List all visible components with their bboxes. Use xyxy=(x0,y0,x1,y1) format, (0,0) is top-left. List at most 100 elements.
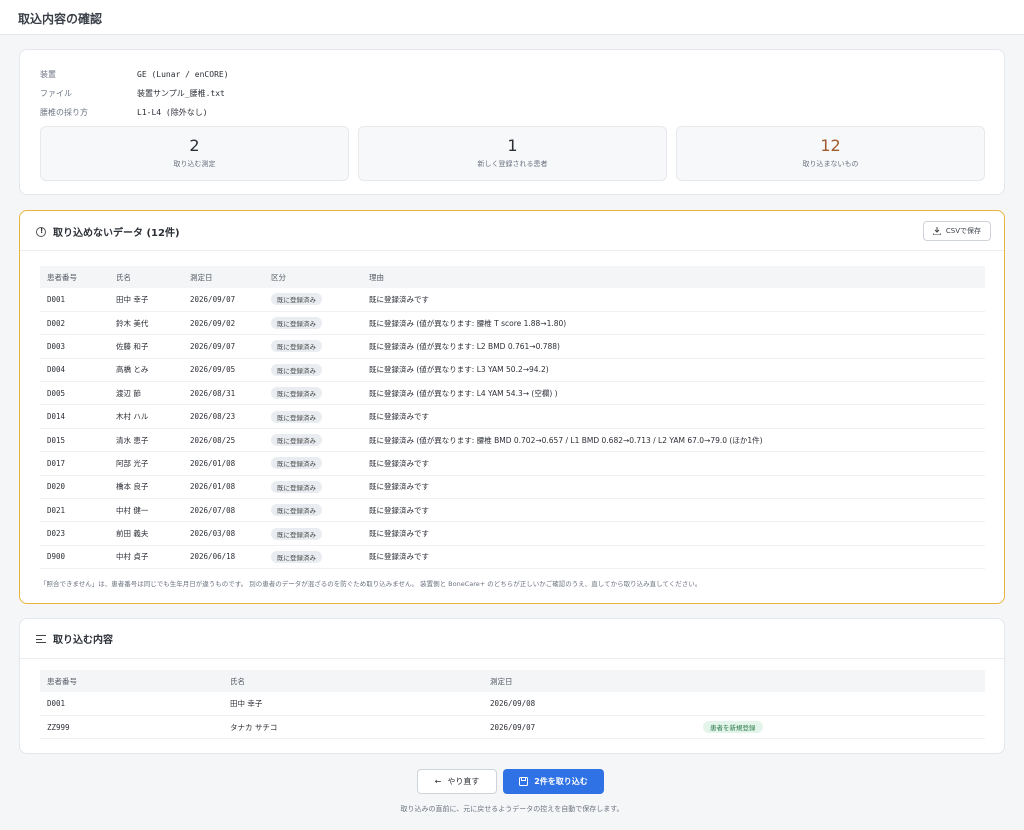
stat-new-patients: 1 新しく登録される患者 xyxy=(358,126,667,181)
patient-name: 田中 幸子 xyxy=(223,692,483,716)
patient-id: D900 xyxy=(40,545,109,570)
import-card: 取り込む内容 患者番号 氏名 測定日 D001 田中 幸子 2026/09/08 Z… xyxy=(19,618,1005,754)
table-row: D900 中村 貞子 2026/06/18 既に登録済み 既に登録済みです xyxy=(40,545,985,570)
patient-id: D020 xyxy=(40,475,109,500)
badge-cell xyxy=(696,692,985,716)
measure-date: 2026/08/23 xyxy=(183,404,264,429)
measure-date: 2026/09/07 xyxy=(183,288,264,312)
import-button[interactable]: 2件を取り込む xyxy=(503,769,604,794)
info-row-file: ファイル 装置サンプル_腰椎.txt xyxy=(40,84,229,103)
kind-cell: 既に登録済み xyxy=(264,404,362,429)
backup-note: 取り込みの直前に、元に戻せるようデータの控えを自動で保存します。 xyxy=(400,805,624,813)
patient-id: D014 xyxy=(40,404,109,429)
top-bar: 取込内容の確認 xyxy=(0,0,1024,35)
new-patient-badge: 患者を新規登録 xyxy=(703,721,763,734)
stat-label: 取り込む測定 xyxy=(173,160,216,168)
status-badge: 既に登録済み xyxy=(271,387,322,400)
stat-skipped: 12 取り込まないもの xyxy=(676,126,985,181)
kind-cell: 既に登録済み xyxy=(264,521,362,546)
kind-cell: 既に登録済み xyxy=(264,288,362,312)
reason: 既に登録済みです xyxy=(362,288,985,312)
measure-date: 2026/06/18 xyxy=(183,545,264,570)
measure-date: 2026/09/07 xyxy=(183,334,264,359)
table-row: D020 橋本 良子 2026/01/08 既に登録済み 既に登録済みです xyxy=(40,475,985,500)
patient-name: 鈴木 美代 xyxy=(109,311,183,336)
redo-button[interactable]: ← やり直す xyxy=(417,769,497,794)
section-title: 取り込めないデータ (12件) xyxy=(53,228,180,239)
reason: 既に登録済みです xyxy=(362,404,985,429)
section-header: 取り込めないデータ (12件) xyxy=(36,224,180,239)
status-badge: 既に登録済み xyxy=(271,410,322,423)
patient-name: 佐藤 和子 xyxy=(109,334,183,359)
section-title: 取り込む内容 xyxy=(53,635,113,646)
status-badge: 既に登録済み xyxy=(271,480,322,493)
patient-name: 高橋 とみ xyxy=(109,358,183,383)
measure-date: 2026/03/08 xyxy=(183,521,264,546)
table-header: 患者番号 氏名 測定日 xyxy=(40,670,985,692)
table-row: D023 前田 義夫 2026/03/08 既に登録済み 既に登録済みです xyxy=(40,521,985,546)
stat-value: 2 xyxy=(189,136,200,155)
summary-card: 装置 GE (Lunar / enCORE) ファイル 装置サンプル_腰椎.tx… xyxy=(19,49,1005,195)
reason: 既に登録済みです xyxy=(362,475,985,500)
patient-id: D021 xyxy=(40,498,109,523)
section-header: 取り込む内容 xyxy=(36,631,113,646)
info-value: L1-L4 (除外なし) xyxy=(137,108,208,117)
patient-name: 清水 恵子 xyxy=(109,428,183,453)
csv-save-label: CSVで保存 xyxy=(945,227,981,235)
column-header: 氏名 xyxy=(223,670,483,692)
reason: 既に登録済み (値が異なります: L4 YAM 54.3→ (空欄) ) xyxy=(362,381,985,406)
status-badge: 既に登録済み xyxy=(271,363,322,376)
status-badge: 既に登録済み xyxy=(271,340,322,353)
measure-date: 2026/09/05 xyxy=(183,358,264,383)
info-value: GE (Lunar / enCORE) xyxy=(137,70,229,79)
divider xyxy=(20,658,1004,659)
kind-cell: 既に登録済み xyxy=(264,381,362,406)
kind-cell: 既に登録済み xyxy=(264,311,362,336)
patient-name: 田中 幸子 xyxy=(109,288,183,312)
patient-name: 阿部 光子 xyxy=(109,451,183,476)
patient-id: D005 xyxy=(40,381,109,406)
rejected-data-card: 取り込めないデータ (12件) CSVで保存 患者番号 氏名 測定日 区分 理由… xyxy=(19,210,1005,604)
patient-name: 木村 ハル xyxy=(109,404,183,429)
arrow-left-icon: ← xyxy=(434,777,442,786)
patient-id: ZZ999 xyxy=(40,715,223,740)
patient-id: D001 xyxy=(40,692,223,716)
column-header: 理由 xyxy=(362,266,985,288)
list-icon xyxy=(36,634,46,643)
measure-date: 2026/07/08 xyxy=(183,498,264,523)
reason: 既に登録済み (値が異なります: 腰椎 T score 1.88→1.80) xyxy=(362,311,985,336)
download-icon xyxy=(932,227,941,235)
table-row: ZZ999 タナカ サチコ 2026/09/07 患者を新規登録 xyxy=(40,715,985,740)
patient-id: D023 xyxy=(40,521,109,546)
status-badge: 既に登録済み xyxy=(271,457,322,470)
info-row-device: 装置 GE (Lunar / enCORE) xyxy=(40,65,229,84)
kind-cell: 既に登録済み xyxy=(264,428,362,453)
measure-date: 2026/08/25 xyxy=(183,428,264,453)
status-badge: 既に登録済み xyxy=(271,434,322,447)
stat-value: 12 xyxy=(820,136,841,155)
divider xyxy=(20,250,1004,251)
measure-date: 2026/01/08 xyxy=(183,451,264,476)
kind-cell: 既に登録済み xyxy=(264,475,362,500)
column-header: 区分 xyxy=(264,266,362,288)
info-value: 装置サンプル_腰椎.txt xyxy=(137,89,225,98)
stat-value: 1 xyxy=(507,136,518,155)
table-row: D021 中村 健一 2026/07/08 既に登録済み 既に登録済みです xyxy=(40,498,985,523)
badge-cell: 患者を新規登録 xyxy=(696,715,985,740)
csv-save-button[interactable]: CSVで保存 xyxy=(922,221,991,241)
table-row: D017 阿部 光子 2026/01/08 既に登録済み 既に登録済みです xyxy=(40,451,985,476)
reason: 既に登録済みです xyxy=(362,451,985,476)
column-header: 患者番号 xyxy=(40,266,109,288)
page-title: 取込内容の確認 xyxy=(18,12,103,26)
table-row: D001 田中 幸子 2026/09/08 xyxy=(40,692,985,716)
info-key: 腰椎の採り方 xyxy=(40,108,88,117)
stat-import-count: 2 取り込む測定 xyxy=(40,126,349,181)
patient-name: タナカ サチコ xyxy=(223,715,483,740)
measure-date: 2026/09/02 xyxy=(183,311,264,336)
info-row-lumbar: 腰椎の採り方 L1-L4 (除外なし) xyxy=(40,103,229,122)
table-header: 患者番号 氏名 測定日 区分 理由 xyxy=(40,266,985,288)
column-header: 患者番号 xyxy=(40,670,223,692)
alert-circle-icon xyxy=(36,226,46,237)
patient-id: D004 xyxy=(40,358,109,383)
measure-date: 2026/08/31 xyxy=(183,381,264,406)
